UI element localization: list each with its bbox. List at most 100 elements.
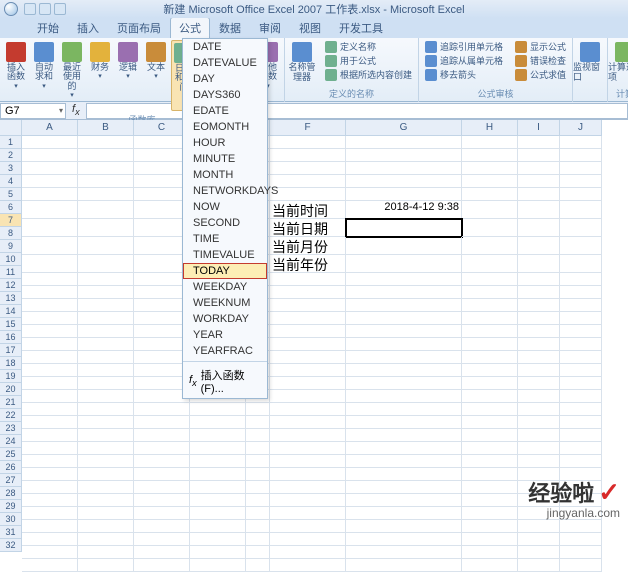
cell-H13[interactable] [462,312,518,325]
row-header-4[interactable]: 4 [0,175,22,188]
cell-H2[interactable] [462,149,518,162]
cell-H3[interactable] [462,162,518,175]
cell-H15[interactable] [462,338,518,351]
cell-D27[interactable] [190,494,246,507]
dd-item-date[interactable]: DATE [183,39,267,55]
cell-G16[interactable] [346,351,462,364]
tab-7[interactable]: 开发工具 [330,17,392,38]
cell-D21[interactable] [190,416,246,429]
cell-J5[interactable] [560,188,602,201]
cell-B23[interactable] [78,442,134,455]
cell-H12[interactable] [462,299,518,312]
cell-H21[interactable] [462,416,518,429]
cell-B4[interactable] [78,175,134,188]
cell-B10[interactable] [78,273,134,286]
cell-G14[interactable] [346,325,462,338]
row-header-3[interactable]: 3 [0,162,22,175]
row-header-11[interactable]: 11 [0,266,22,279]
qat-redo-icon[interactable] [54,3,66,15]
cell-E24[interactable] [246,455,270,468]
cell-G2[interactable] [346,149,462,162]
cell-B12[interactable] [78,299,134,312]
audit-item-1-0[interactable]: 显示公式 [513,40,568,53]
cell-I11[interactable] [518,286,560,299]
cell-D29[interactable] [190,520,246,533]
cell-G12[interactable] [346,299,462,312]
cell-H9[interactable] [462,255,518,273]
cell-H1[interactable] [462,136,518,149]
cell-A14[interactable] [22,325,78,338]
cell-H25[interactable] [462,468,518,481]
cell-I1[interactable] [518,136,560,149]
cell-F10[interactable] [270,273,346,286]
cell-A25[interactable] [22,468,78,481]
col-header-F[interactable]: F [270,120,346,136]
cell-C25[interactable] [134,468,190,481]
col-header-J[interactable]: J [560,120,602,136]
tab-3[interactable]: 公式 [170,17,210,38]
cell-H6[interactable] [462,201,518,219]
cell-J15[interactable] [560,338,602,351]
cell-A22[interactable] [22,429,78,442]
cell-F29[interactable] [270,520,346,533]
cell-J32[interactable] [560,559,602,572]
row-header-29[interactable]: 29 [0,500,22,513]
cell-F14[interactable] [270,325,346,338]
cell-J18[interactable] [560,377,602,390]
cell-H32[interactable] [462,559,518,572]
cell-B21[interactable] [78,416,134,429]
watch-window-button[interactable]: 监视窗口 [573,38,607,85]
cell-B9[interactable] [78,255,134,273]
cells-area[interactable]: 当前时间2018-4-12 9:38当前日期当前月份当前年份 [22,136,602,572]
dd-item-timevalue[interactable]: TIMEVALUE [183,247,267,263]
cell-D30[interactable] [190,533,246,546]
cell-B15[interactable] [78,338,134,351]
cell-I7[interactable] [518,219,560,237]
col-header-H[interactable]: H [462,120,518,136]
name-manager-button[interactable]: 名称管理器 [285,38,319,85]
cell-C32[interactable] [134,559,190,572]
row-header-14[interactable]: 14 [0,305,22,318]
cell-A26[interactable] [22,481,78,494]
cell-H20[interactable] [462,403,518,416]
cell-B20[interactable] [78,403,134,416]
cell-G31[interactable] [346,546,462,559]
cell-G7[interactable] [346,219,462,237]
cell-F1[interactable] [270,136,346,149]
cell-G13[interactable] [346,312,462,325]
cell-A18[interactable] [22,377,78,390]
audit-item-1-1[interactable]: 错误检查 [513,54,568,67]
cell-A27[interactable] [22,494,78,507]
dd-item-networkdays[interactable]: NETWORKDAYS [183,183,267,199]
cell-B18[interactable] [78,377,134,390]
cell-B3[interactable] [78,162,134,175]
dd-item-month[interactable]: MONTH [183,167,267,183]
cell-C30[interactable] [134,533,190,546]
col-header-I[interactable]: I [518,120,560,136]
row-header-6[interactable]: 6 [0,201,22,214]
qat-undo-icon[interactable] [39,3,51,15]
dd-item-time[interactable]: TIME [183,231,267,247]
cell-J10[interactable] [560,273,602,286]
cell-A32[interactable] [22,559,78,572]
cell-E25[interactable] [246,468,270,481]
row-header-5[interactable]: 5 [0,188,22,201]
cell-C24[interactable] [134,455,190,468]
cell-G15[interactable] [346,338,462,351]
row-header-21[interactable]: 21 [0,396,22,409]
tab-2[interactable]: 页面布局 [108,17,170,38]
audit-item-0-0[interactable]: 追踪引用单元格 [423,40,505,53]
cell-I8[interactable] [518,237,560,255]
cell-F30[interactable] [270,533,346,546]
cell-A19[interactable] [22,390,78,403]
cell-F24[interactable] [270,455,346,468]
cell-I22[interactable] [518,429,560,442]
cell-F13[interactable] [270,312,346,325]
row-header-28[interactable]: 28 [0,487,22,500]
cell-I10[interactable] [518,273,560,286]
cell-J30[interactable] [560,533,602,546]
dd-item-second[interactable]: SECOND [183,215,267,231]
cell-F17[interactable] [270,364,346,377]
dd-item-workday[interactable]: WORKDAY [183,311,267,327]
cell-A9[interactable] [22,255,78,273]
